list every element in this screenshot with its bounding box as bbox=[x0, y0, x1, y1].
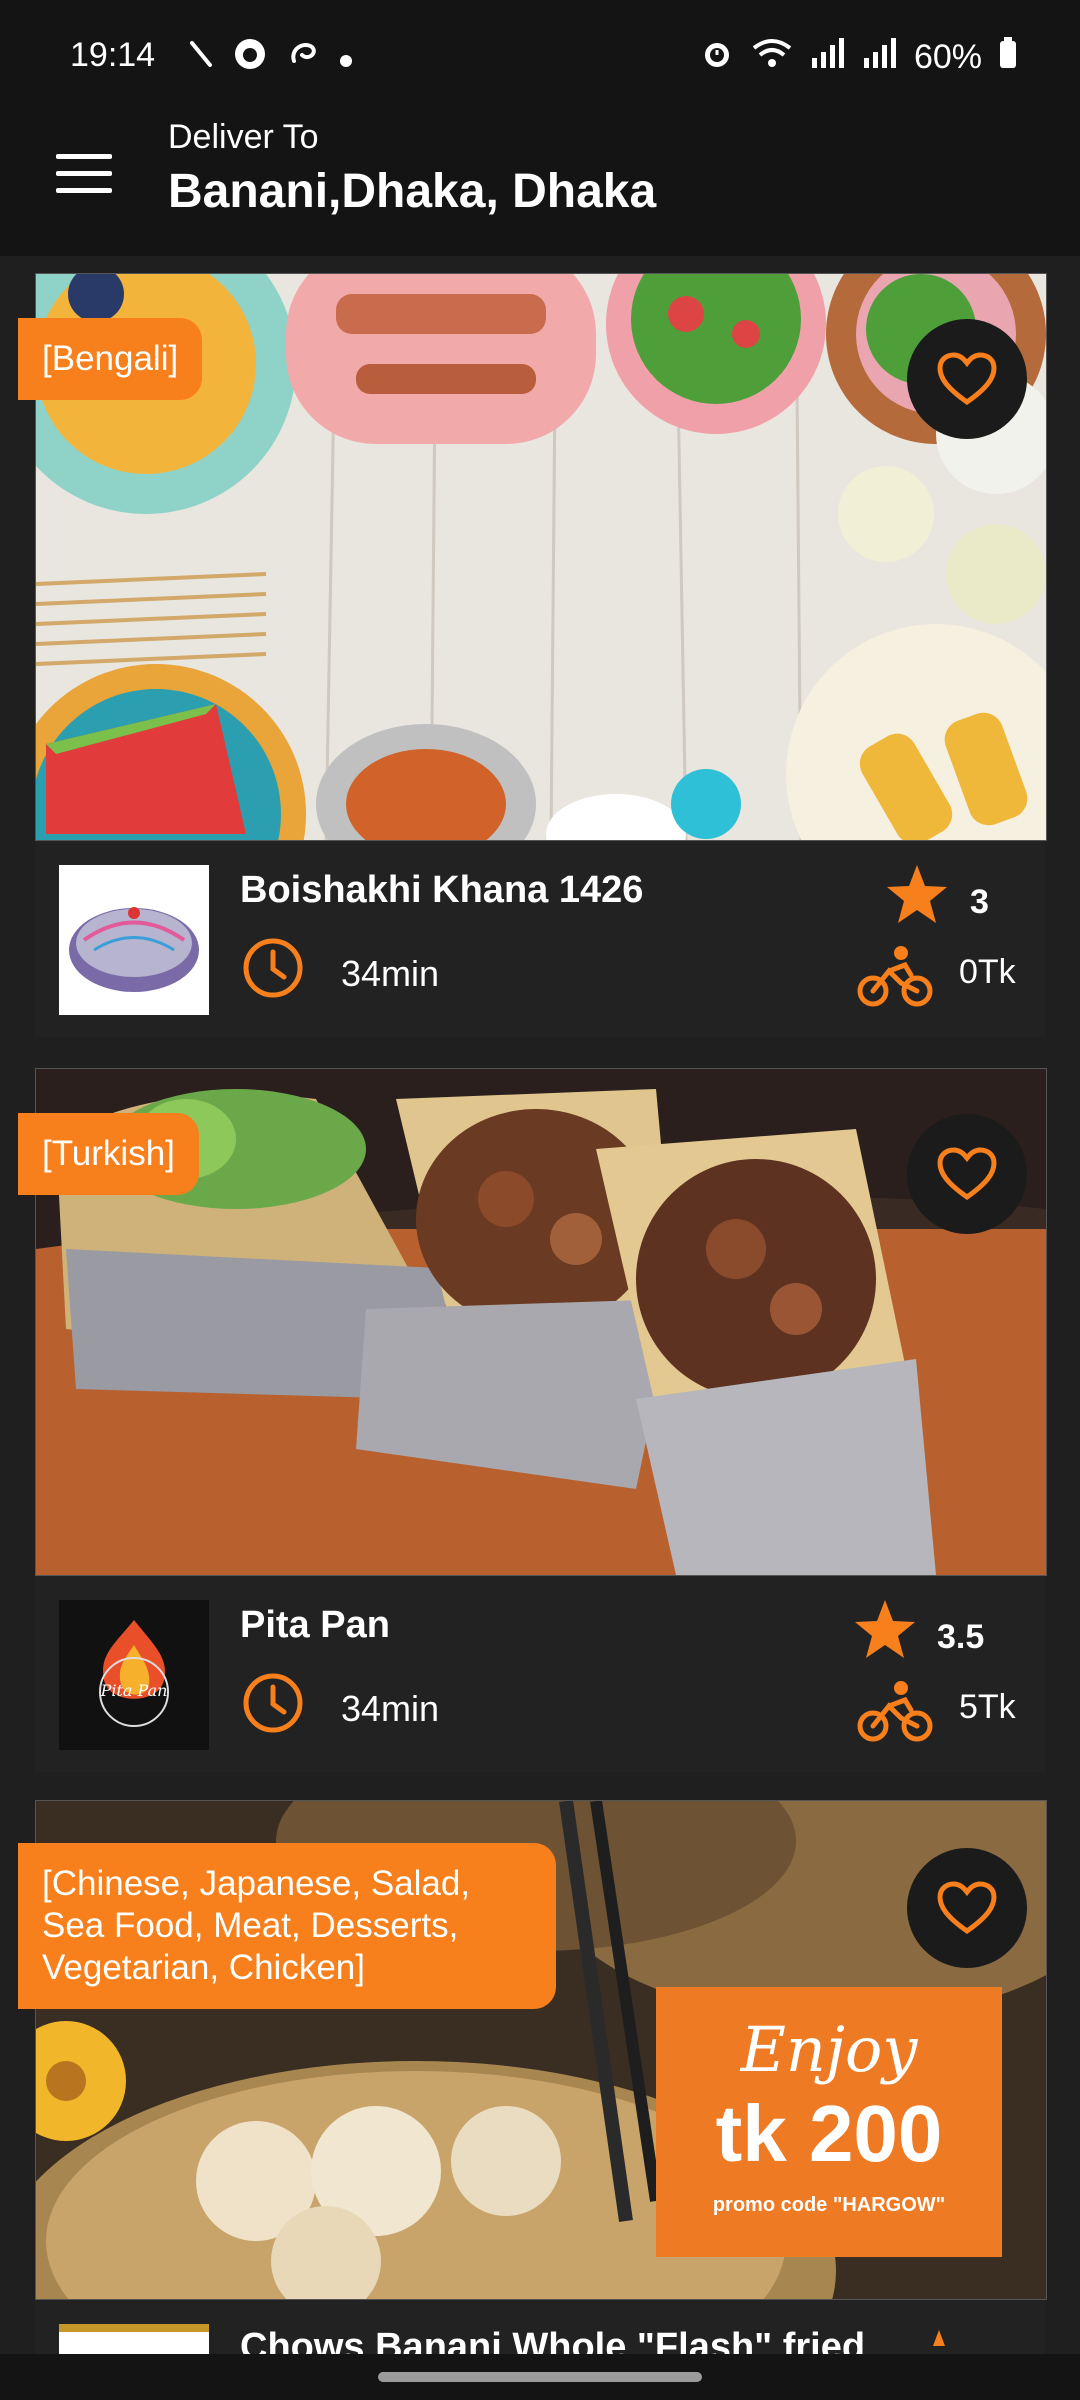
app-notification-icon bbox=[232, 36, 268, 81]
wifi-icon bbox=[750, 36, 794, 79]
deliver-to-label: Deliver To bbox=[168, 118, 319, 156]
restaurant-logo: Pita Pan bbox=[59, 1600, 209, 1750]
promo-line-3: promo code "HARGOW" bbox=[713, 2194, 945, 2216]
delivery-fee: 0Tk bbox=[959, 953, 1016, 991]
cuisine-badge: [Turkish] bbox=[18, 1113, 199, 1195]
rating-value: 3 bbox=[970, 883, 989, 921]
promo-line-1: Enjoy bbox=[740, 2013, 919, 2086]
cell-signal-icon-2 bbox=[862, 36, 898, 79]
cuisine-badge: [Bengali] bbox=[18, 318, 203, 400]
status-time: 19:14 bbox=[70, 36, 156, 74]
favorite-button[interactable] bbox=[907, 1114, 1027, 1234]
heart-icon bbox=[937, 1147, 997, 1201]
restaurant-name: Boishakhi Khana 1426 bbox=[240, 869, 644, 911]
restaurant-name: Pita Pan bbox=[240, 1604, 390, 1646]
pita-pan-logo-text: Pita Pan bbox=[100, 1681, 168, 1700]
heart-icon bbox=[937, 352, 997, 406]
favorite-button[interactable] bbox=[907, 319, 1027, 439]
signal-slash-icon bbox=[188, 39, 214, 78]
cell-signal-icon bbox=[810, 36, 846, 79]
delivery-address[interactable]: Banani,Dhaka, Dhaka bbox=[168, 164, 656, 219]
battery-icon bbox=[998, 36, 1018, 79]
favorite-button[interactable] bbox=[907, 1848, 1027, 1968]
star-icon bbox=[885, 863, 949, 930]
bike-delivery-icon bbox=[857, 1680, 933, 1749]
heart-icon bbox=[937, 1881, 997, 1935]
restaurant-logo bbox=[59, 2324, 209, 2354]
star-icon bbox=[917, 2328, 961, 2354]
delivery-time: 34min bbox=[341, 953, 440, 994]
restaurant-info[interactable]: Pita Pan Pita Pan 34min 3.5 5Tk bbox=[35, 1576, 1045, 1772]
restaurant-logo bbox=[59, 865, 209, 1015]
battery-percent: 60% bbox=[913, 38, 982, 76]
app-bar: Deliver To Banani,Dhaka, Dhaka bbox=[0, 88, 1080, 256]
home-gesture-handle[interactable] bbox=[378, 2372, 702, 2382]
promo-line-2: tk 200 bbox=[716, 2089, 943, 2178]
rating-value: 3.5 bbox=[937, 1618, 985, 1656]
cuisine-badge: [Chinese, Japanese, Salad, Sea Food, Mea… bbox=[18, 1843, 556, 2009]
alarm-icon bbox=[700, 36, 734, 79]
star-icon bbox=[853, 1598, 917, 1665]
delivery-time: 34min bbox=[341, 1688, 440, 1729]
clock-icon bbox=[240, 935, 306, 1006]
dot-icon bbox=[338, 39, 354, 78]
delivery-fee: 5Tk bbox=[959, 1688, 1016, 1726]
restaurant-info[interactable]: Chows Banani Whole "Flash" fried bbox=[35, 2300, 1045, 2354]
system-icons: 60% bbox=[700, 36, 1018, 79]
bike-delivery-icon bbox=[857, 945, 933, 1014]
swirl-icon bbox=[286, 37, 320, 80]
restaurant-name: Chows Banani Whole "Flash" fried bbox=[240, 2326, 866, 2354]
status-bar: 19:14 60% bbox=[0, 0, 1080, 88]
restaurant-info[interactable]: Boishakhi Khana 1426 34min 3 0Tk bbox=[35, 841, 1045, 1037]
navigation-bar bbox=[0, 2354, 1080, 2400]
notification-icons bbox=[188, 36, 354, 81]
menu-icon[interactable] bbox=[56, 154, 112, 194]
clock-icon bbox=[240, 1670, 306, 1741]
